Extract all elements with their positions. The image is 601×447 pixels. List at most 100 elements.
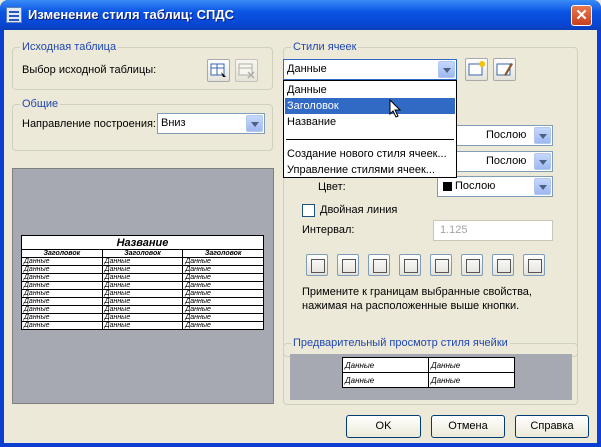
- preview-data-cell: Данные: [182, 305, 264, 314]
- preview-data-cell: Данные: [101, 289, 184, 298]
- title-bar[interactable]: Изменение стиля таблиц: СПДС ✕: [0, 0, 601, 30]
- close-button[interactable]: ✕: [571, 5, 592, 26]
- preview-data-cell: Данные: [21, 321, 103, 330]
- preview-table-rows: Данные Данные Данные Данные Данные Данные Данн…: [21, 257, 264, 330]
- preview-data-cell: Данные: [182, 321, 264, 330]
- new-cell-style-icon: [468, 61, 485, 76]
- preview-data-cell: Данные: [101, 313, 184, 322]
- cell-style-dropdown: Данные Заголовок Название Создание новог…: [283, 80, 457, 178]
- cell-style-preview: Данные Данные Данные Данные: [290, 354, 572, 400]
- dropdown-divider: [286, 139, 454, 140]
- preview-table-row: Данные Данные Данные: [21, 313, 264, 322]
- remove-table-button[interactable]: [235, 59, 258, 82]
- help-button[interactable]: Справка: [515, 415, 589, 438]
- cancel-button[interactable]: Отмена: [431, 415, 505, 438]
- interval-input[interactable]: 1.125: [433, 220, 553, 241]
- direction-select[interactable]: Вниз: [157, 113, 265, 134]
- preview-data-cell: Данные: [21, 273, 103, 282]
- dropdown-option-title[interactable]: Название: [285, 114, 455, 130]
- left-border-button[interactable]: [430, 254, 452, 276]
- top-border-button[interactable]: [461, 254, 483, 276]
- preview-data-cell: Данные: [182, 265, 264, 274]
- double-line-label: Двойная линия: [320, 204, 398, 216]
- chevron-down-icon[interactable]: [534, 178, 551, 195]
- preview-header-cell: Заголовок: [21, 249, 103, 258]
- color-select[interactable]: Послою: [437, 176, 553, 197]
- manage-cell-styles-icon: [496, 63, 513, 76]
- preview-table-row: Данные Данные Данные: [21, 297, 264, 306]
- color-value: Послою: [455, 180, 496, 192]
- cell-styles-legend: Стили ячеек: [291, 41, 359, 53]
- inside-borders-button[interactable]: [368, 254, 390, 276]
- preview-data-cell: Данные: [182, 289, 264, 298]
- dropdown-option-header[interactable]: Заголовок: [285, 98, 455, 114]
- preview-data-cell: Данные: [21, 257, 103, 266]
- interval-label: Интервал:: [302, 224, 355, 236]
- color-label: Цвет:: [318, 181, 346, 193]
- select-table-button[interactable]: [207, 59, 230, 82]
- chevron-down-icon[interactable]: [246, 115, 263, 132]
- outside-borders-button[interactable]: [337, 254, 359, 276]
- cell-style-value: Данные: [287, 63, 327, 75]
- select-table-icon: [210, 63, 226, 77]
- preview-data-cell: Данные: [182, 297, 264, 306]
- preview-data-cell: Данные: [21, 297, 103, 306]
- table-preview: Название Заголовок Заголовок Заголовок Д…: [12, 168, 274, 404]
- table-style-icon: [6, 7, 22, 23]
- preview-header-cell: Заголовок: [101, 249, 184, 258]
- source-table-legend: Исходная таблица: [20, 41, 119, 53]
- right-border-button[interactable]: [492, 254, 514, 276]
- cell-style-select[interactable]: Данные: [283, 59, 457, 80]
- preview-table-row: Данные Данные Данные: [21, 273, 264, 282]
- preview-data-cell: Данные: [182, 313, 264, 322]
- preview-data-cell: Данные: [182, 281, 264, 290]
- lineweight-value: Послою: [486, 129, 527, 141]
- dialog-window: Изменение стиля таблиц: СПДС ✕ Исходная …: [0, 0, 601, 447]
- preview-header-cell: Заголовок: [182, 249, 264, 258]
- double-line-checkbox[interactable]: [302, 204, 315, 217]
- manage-cell-styles-button[interactable]: [493, 58, 516, 81]
- chevron-down-icon[interactable]: [438, 61, 455, 78]
- new-cell-style-button[interactable]: [465, 58, 488, 81]
- preview-data-cell: Данные: [101, 321, 184, 330]
- chevron-down-icon[interactable]: [534, 153, 551, 170]
- preview-data-cell: Данные: [21, 281, 103, 290]
- preview-table-row: Данные Данные Данные: [21, 265, 264, 274]
- hint-line-1: Примените к границам выбранные свойства,: [302, 286, 532, 298]
- dropdown-create-cell-style[interactable]: Создание нового стиля ячеек...: [285, 146, 455, 162]
- preview-table-row: Данные Данные Данные: [21, 321, 264, 330]
- interval-value: 1.125: [440, 224, 468, 236]
- cell-preview-cell: Данные: [342, 357, 429, 373]
- preview-table-title: Название: [21, 235, 264, 250]
- preview-table: Название Заголовок Заголовок Заголовок Д…: [21, 235, 264, 330]
- preview-data-cell: Данные: [182, 257, 264, 266]
- dropdown-option-data[interactable]: Данные: [285, 82, 455, 98]
- source-table-label: Выбор исходной таблицы:: [22, 64, 157, 76]
- preview-data-cell: Данные: [21, 265, 103, 274]
- preview-data-cell: Данные: [101, 257, 184, 266]
- cell-preview-legend: Предварительный просмотр стиля ячейки: [291, 337, 510, 349]
- preview-data-cell: Данные: [101, 281, 184, 290]
- hint-line-2: нажимая на расположенные выше кнопки.: [302, 300, 520, 312]
- no-border-button[interactable]: [523, 254, 545, 276]
- linetype-value: Послою: [486, 155, 527, 167]
- remove-table-icon: [238, 63, 255, 79]
- preview-data-cell: Данные: [101, 305, 184, 314]
- preview-table-row: Данные Данные Данные: [21, 289, 264, 298]
- direction-label: Направление построения:: [22, 118, 156, 130]
- preview-table-row: Данные Данные Данные: [21, 305, 264, 314]
- cell-preview-cell: Данные: [428, 357, 515, 373]
- window-title: Изменение стиля таблиц: СПДС: [28, 7, 235, 22]
- cell-preview-cell: Данные: [342, 372, 429, 388]
- ok-button[interactable]: OK: [346, 415, 421, 438]
- preview-data-cell: Данные: [101, 273, 184, 282]
- preview-table-row: Данные Данные Данные: [21, 257, 264, 266]
- bottom-border-button[interactable]: [399, 254, 421, 276]
- cell-preview-cell: Данные: [428, 372, 515, 388]
- all-borders-button[interactable]: [306, 254, 328, 276]
- preview-data-cell: Данные: [21, 305, 103, 314]
- chevron-down-icon[interactable]: [534, 127, 551, 144]
- mouse-cursor-icon: [389, 99, 402, 118]
- dropdown-manage-cell-styles[interactable]: Управление стилями ячеек...: [285, 162, 455, 178]
- preview-data-cell: Данные: [182, 273, 264, 282]
